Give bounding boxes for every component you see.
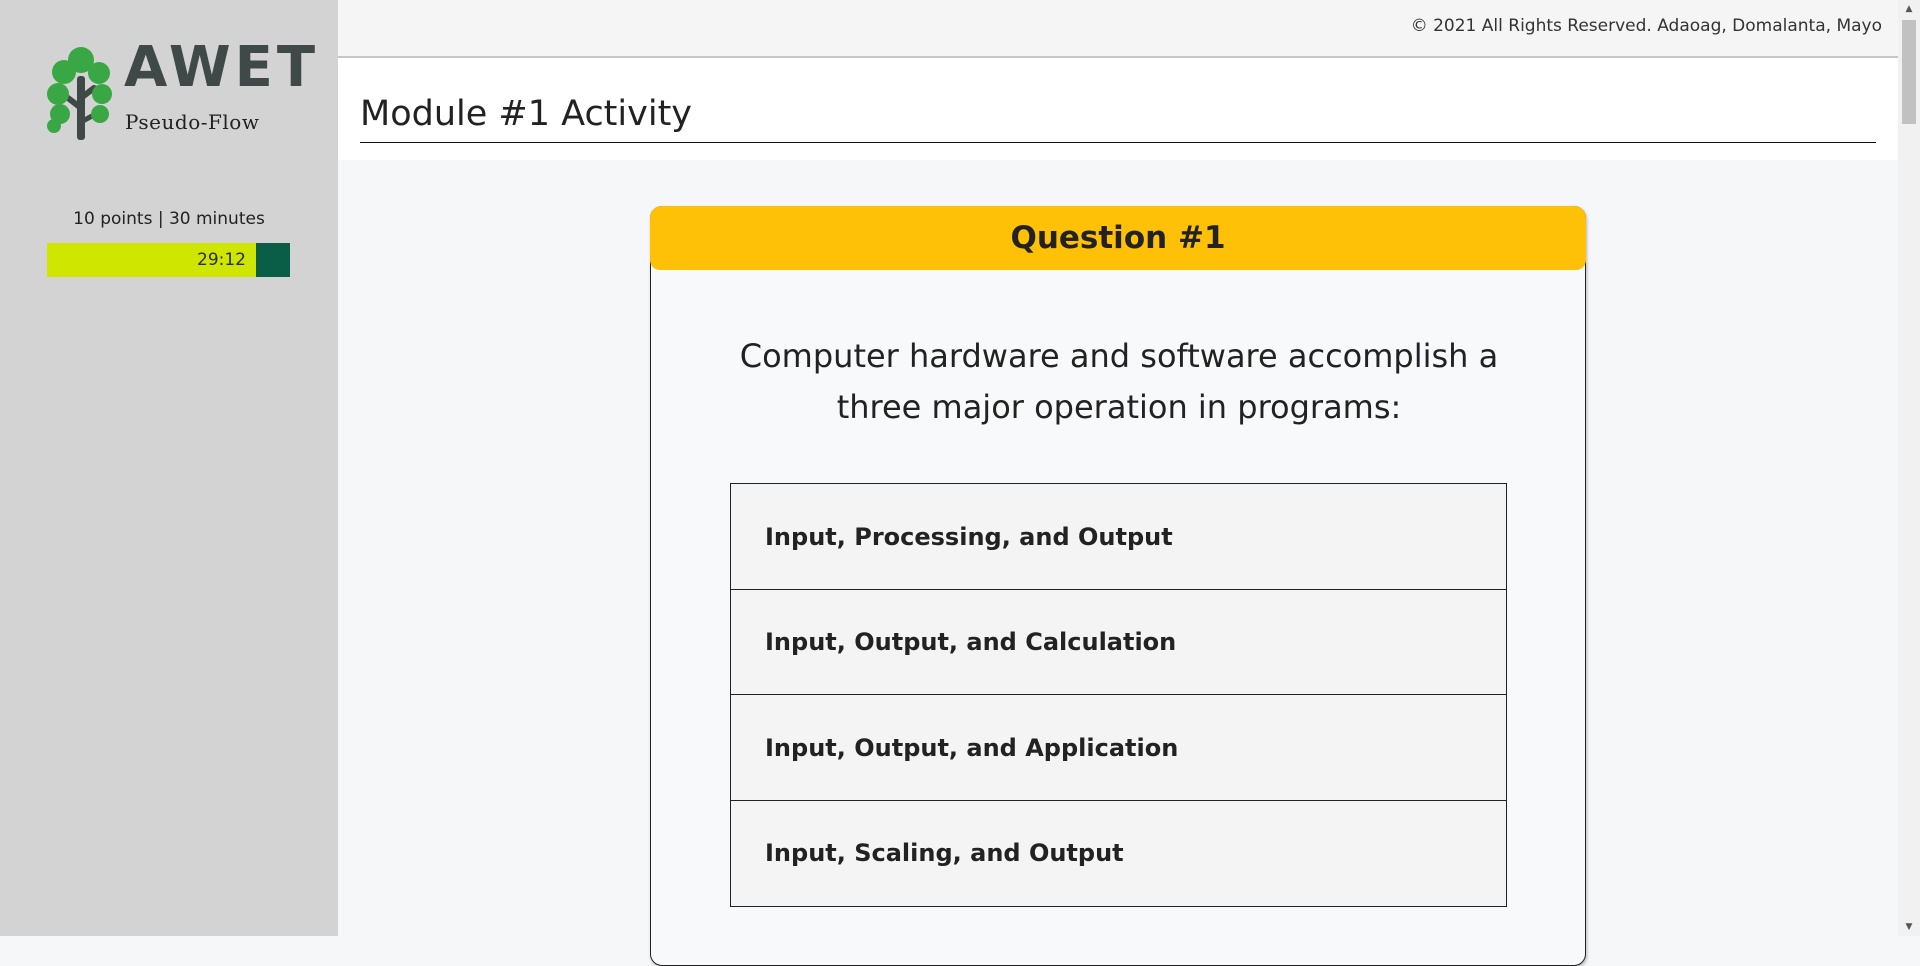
activity-points-duration: 10 points | 30 minutes	[73, 209, 265, 229]
timer-remaining: 29:12	[197, 250, 246, 270]
question-card: Question #1 Computer hardware and softwa…	[650, 206, 1586, 966]
title-area: Module #1 Activity	[338, 58, 1898, 160]
answer-option[interactable]: Input, Processing, and Output	[730, 483, 1507, 590]
scroll-down-arrow-icon[interactable]: ▼	[1898, 918, 1920, 936]
page-title: Module #1 Activity	[360, 94, 693, 134]
answer-option[interactable]: Input, Scaling, and Output	[730, 799, 1507, 907]
scroll-up-arrow-icon[interactable]: ▲	[1898, 0, 1920, 18]
answer-option[interactable]: Input, Output, and Calculation	[730, 588, 1507, 696]
question-text: Computer hardware and software accomplis…	[739, 337, 1499, 426]
tree-icon	[47, 47, 112, 140]
copyright-text: © 2021 All Rights Reserved. Adaoag, Doma…	[1410, 16, 1882, 36]
title-divider	[360, 142, 1876, 143]
answer-options: Input, Processing, and Output Input, Out…	[730, 483, 1507, 907]
brand-name: AWET	[124, 35, 320, 100]
sidebar: AWET Pseudo-Flow 10 points | 30 minutes …	[0, 0, 338, 936]
question-header: Question #1	[650, 206, 1586, 270]
vertical-scrollbar[interactable]: ▲ ▼	[1898, 0, 1920, 936]
top-bar: © 2021 All Rights Reserved. Adaoag, Doma…	[338, 0, 1898, 58]
timer-progress-bar: 29:12	[47, 243, 290, 277]
brand-subtitle: Pseudo-Flow	[125, 110, 260, 134]
scroll-thumb[interactable]	[1902, 20, 1916, 124]
logo: AWET Pseudo-Flow	[44, 40, 315, 142]
answer-option[interactable]: Input, Output, and Application	[730, 694, 1507, 801]
